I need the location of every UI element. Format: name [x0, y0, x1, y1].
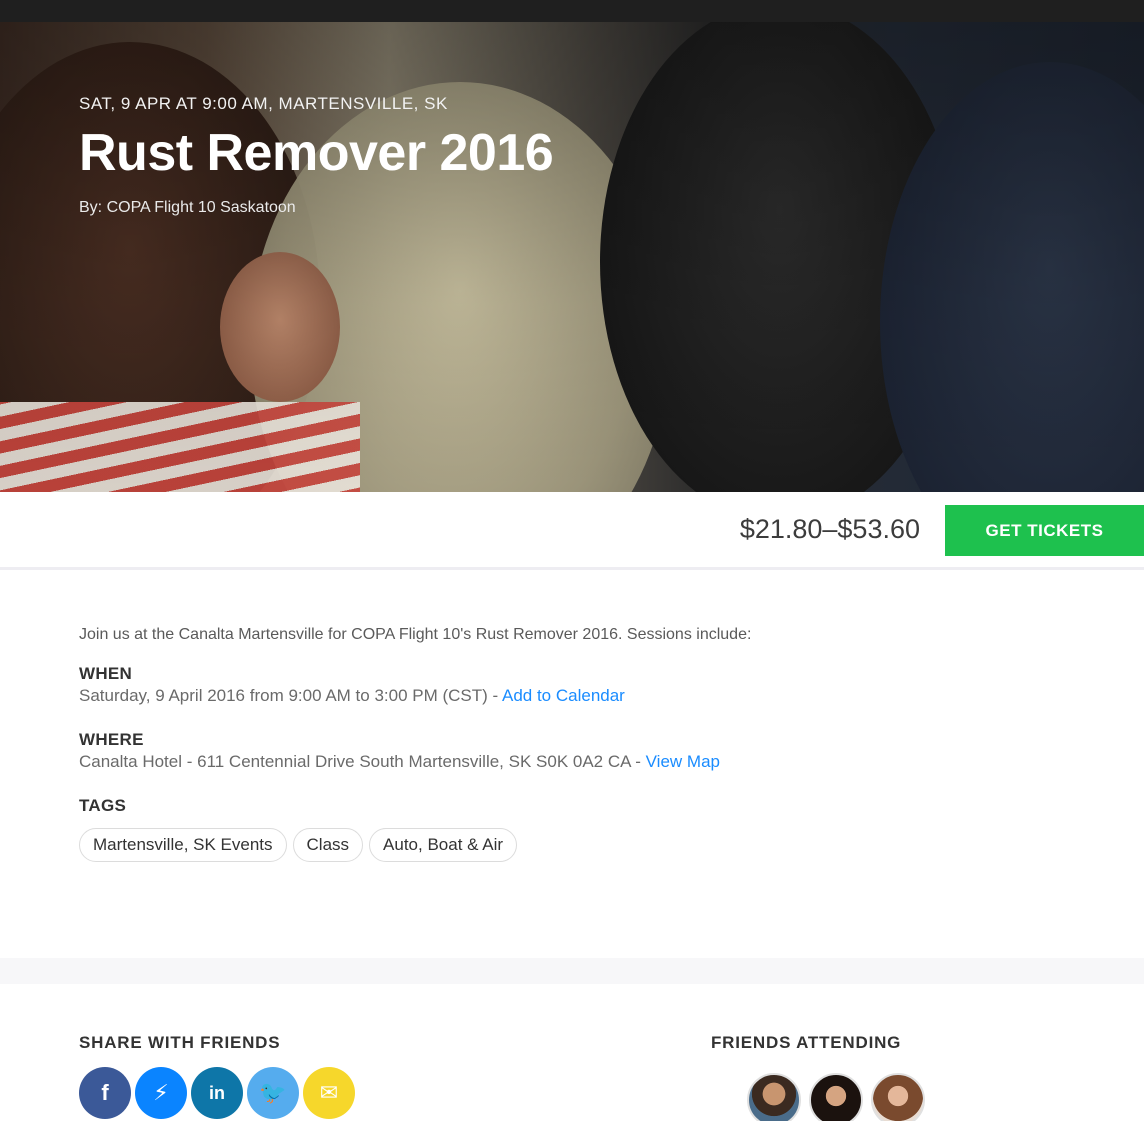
share-icon-row: f ⚡ in 🐦 ✉ — [79, 1067, 355, 1119]
friends-avatar-row — [747, 1073, 925, 1121]
where-value: Canalta Hotel - 611 Centennial Drive Sou… — [79, 752, 899, 772]
hero-overlay — [0, 22, 1144, 492]
share-heading: SHARE WITH FRIENDS — [79, 1033, 281, 1052]
friend-avatar[interactable] — [809, 1073, 863, 1121]
event-hero-image: SAT, 9 APR AT 9:00 AM, MARTENSVILLE, SK … — [0, 22, 1144, 492]
top-bar — [0, 0, 1144, 22]
friend-avatar[interactable] — [747, 1073, 801, 1121]
tag-class[interactable]: Class — [292, 828, 364, 862]
share-section: SHARE WITH FRIENDS f ⚡ in 🐦 ✉ — [79, 1033, 355, 1119]
event-description: Join us at the Canalta Martensville for … — [79, 626, 752, 643]
when-text: Saturday, 9 April 2016 from 9:00 AM to 3… — [79, 686, 502, 705]
ticket-bar: $21.80–$53.60 GET TICKETS — [0, 492, 1144, 570]
friend-avatar[interactable] — [871, 1073, 925, 1121]
when-value: Saturday, 9 April 2016 from 9:00 AM to 3… — [79, 686, 899, 706]
get-tickets-button[interactable]: GET TICKETS — [945, 505, 1144, 556]
tag-martensville-events[interactable]: Martensville, SK Events — [79, 828, 287, 862]
where-label: WHERE — [79, 730, 144, 749]
section-divider — [0, 958, 1144, 984]
facebook-icon[interactable]: f — [79, 1067, 131, 1119]
messenger-icon[interactable]: ⚡ — [135, 1067, 187, 1119]
ticket-price-range: $21.80–$53.60 — [739, 514, 920, 544]
friends-heading: FRIENDS ATTENDING — [711, 1033, 902, 1052]
when-label: WHEN — [79, 664, 133, 683]
tag-list: Martensville, SK Events Class Auto, Boat… — [79, 828, 899, 862]
where-text: Canalta Hotel - 611 Centennial Drive Sou… — [79, 752, 646, 771]
twitter-icon[interactable]: 🐦 — [247, 1067, 299, 1119]
tag-auto-boat-air[interactable]: Auto, Boat & Air — [369, 828, 518, 862]
add-to-calendar-link[interactable]: Add to Calendar — [502, 686, 625, 705]
event-organizer[interactable]: By: COPA Flight 10 Saskatoon — [79, 199, 553, 217]
view-map-link[interactable]: View Map — [646, 752, 720, 771]
event-details: Join us at the Canalta Martensville for … — [79, 622, 899, 862]
event-title: Rust Remover 2016 — [79, 124, 554, 182]
email-icon[interactable]: ✉ — [303, 1067, 355, 1119]
linkedin-icon[interactable]: in — [191, 1067, 243, 1119]
tags-label: TAGS — [79, 796, 127, 815]
friends-section: FRIENDS ATTENDING — [711, 1033, 925, 1121]
hero-text-block: SAT, 9 APR AT 9:00 AM, MARTENSVILLE, SK … — [79, 94, 554, 217]
event-date-location: SAT, 9 APR AT 9:00 AM, MARTENSVILLE, SK — [79, 94, 448, 113]
